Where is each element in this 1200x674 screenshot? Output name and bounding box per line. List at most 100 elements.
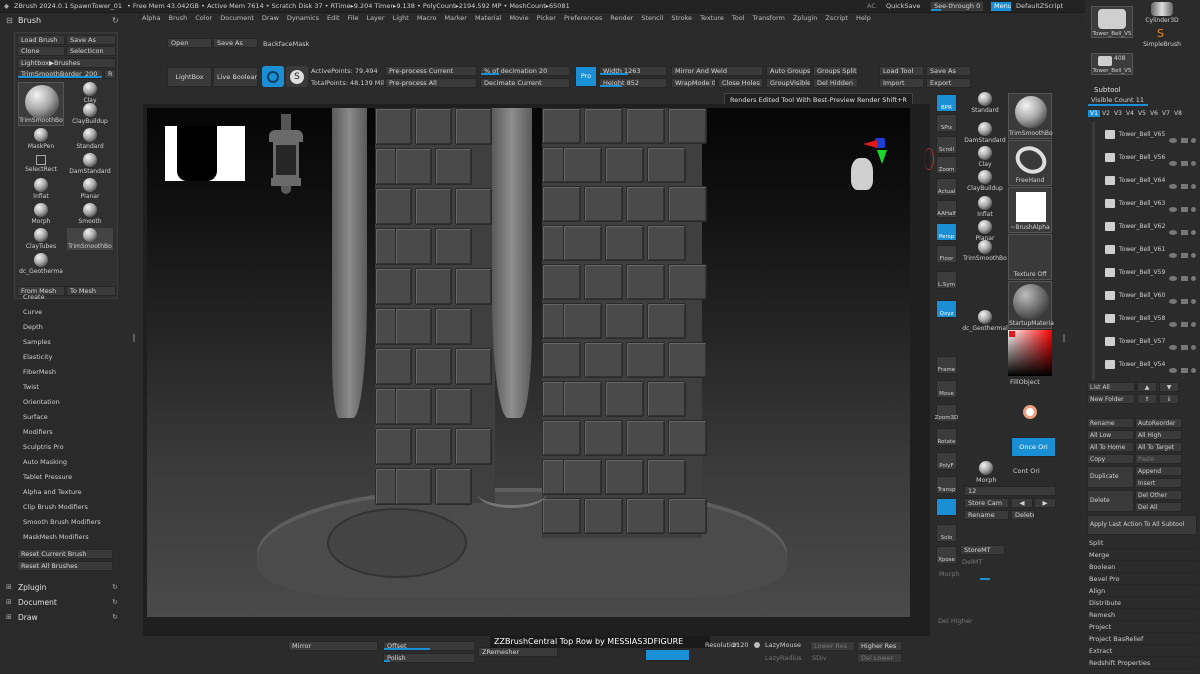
brush-standard[interactable]: Standard	[67, 128, 113, 150]
gizmo-y-axis[interactable]	[877, 150, 887, 164]
submenu-modifiers[interactable]: Modifiers	[0, 425, 128, 440]
persp-button[interactable]: Persp	[936, 223, 957, 241]
gizmo-head[interactable]	[851, 158, 873, 190]
live-boolean-button[interactable]: Live Boolean	[213, 67, 258, 87]
submenu-depth[interactable]: Depth	[0, 320, 128, 335]
quick-brush-trimsmoothbo[interactable]: TrimSmoothBo	[962, 240, 1008, 262]
zoom3d-button[interactable]: Zoom3D	[935, 404, 958, 422]
collapse-icon[interactable]: ⊞	[6, 613, 12, 621]
subpanel-project-basrelief[interactable]: Project BasRelief	[1087, 633, 1197, 645]
move-first-button[interactable]: ⇑	[1137, 394, 1157, 404]
del-all-button[interactable]: Del All	[1135, 502, 1182, 512]
decimation-slider[interactable]: % of decimation 20	[480, 66, 570, 76]
submenu-curve[interactable]: Curve	[0, 305, 128, 320]
new-folder-button[interactable]: New Folder	[1087, 394, 1135, 404]
xyz-button[interactable]: Qxyz	[936, 300, 957, 318]
gizmo-x-axis[interactable]	[863, 140, 877, 148]
move-last-button[interactable]: ⇓	[1159, 394, 1179, 404]
3d-canvas[interactable]	[147, 108, 910, 617]
menu-edit[interactable]: Edit	[323, 13, 344, 23]
menu-stencil[interactable]: Stencil	[637, 13, 667, 23]
version-v1[interactable]: V1	[1088, 110, 1100, 117]
brush-clay[interactable]: Clay	[67, 82, 113, 104]
open-button[interactable]: Open	[167, 38, 212, 48]
store-mt-button[interactable]: StoreMT	[960, 545, 1005, 555]
brush-save-as-button[interactable]: Save As	[66, 35, 116, 45]
subpanel-remesh[interactable]: Remesh	[1087, 609, 1197, 621]
collapse-icon[interactable]: ⊞	[6, 583, 12, 591]
submenu-samples[interactable]: Samples	[0, 335, 128, 350]
del-higher-button[interactable]: Del Higher	[938, 617, 973, 625]
mirror-button[interactable]: Mirror	[288, 641, 378, 651]
quick-brush-standard[interactable]: Standard	[962, 92, 1008, 114]
menu-marker[interactable]: Marker	[440, 13, 470, 23]
sdiv-slider[interactable]: SDiv	[812, 654, 827, 662]
subpanel-bevel-pro[interactable]: Bevel Pro	[1087, 573, 1197, 585]
collapse-icon[interactable]: ⊞	[6, 598, 12, 606]
submenu-elasticity[interactable]: Elasticity	[0, 350, 128, 365]
menu-movie[interactable]: Movie	[505, 13, 532, 23]
polypaint-icon[interactable]	[1191, 322, 1196, 327]
subpanel-align[interactable]: Align	[1087, 585, 1197, 597]
folder-icon[interactable]	[1181, 161, 1188, 166]
all-high-button[interactable]: All High	[1135, 430, 1182, 440]
visibility-eye-icon[interactable]	[1169, 207, 1177, 212]
subpanel-merge[interactable]: Merge	[1087, 549, 1197, 561]
left-splitter-handle[interactable]: ‖	[132, 333, 136, 342]
all-to-home-button[interactable]: All To Home	[1087, 442, 1134, 452]
visibility-eye-icon[interactable]	[1169, 299, 1177, 304]
symmetry-icon[interactable]	[262, 66, 284, 87]
lower-res-button[interactable]: Lower Res	[810, 641, 855, 651]
subtool-row[interactable]: Tower_Bell_V58	[1105, 314, 1196, 327]
cam-prev-button[interactable]: ◀	[1011, 498, 1033, 508]
offset-slider[interactable]: Offset	[383, 641, 475, 651]
version-v6[interactable]: V6	[1148, 110, 1160, 117]
cam-rename-button[interactable]: Rename	[964, 510, 1009, 520]
menu-layer[interactable]: Layer	[362, 13, 388, 23]
menu-alpha[interactable]: Alpha	[138, 13, 164, 23]
quick-brush-dc-geothermal[interactable]: dc_Geothermal	[962, 310, 1008, 332]
submenu-fibermesh[interactable]: FiberMesh	[0, 365, 128, 380]
current-brush-thumb[interactable]: TrimSmoothBo	[18, 82, 64, 126]
quick-brush-inflat[interactable]: Inflat	[962, 196, 1008, 218]
version-v7[interactable]: V7	[1160, 110, 1172, 117]
brush-claytubes[interactable]: ClayTubes	[18, 228, 64, 250]
menu-texture[interactable]: Texture	[696, 13, 728, 23]
alpha-thumb[interactable]: ~BrushAlpha	[1008, 187, 1052, 233]
higher-res-button[interactable]: Higher Res	[857, 641, 902, 651]
subtool-row[interactable]: Tower_Bell_V60	[1105, 291, 1196, 304]
once-ori-button[interactable]: Once Ori	[1011, 437, 1056, 457]
dynamic-icon[interactable]: S	[286, 66, 308, 87]
menu-file[interactable]: File	[344, 13, 363, 23]
pin-icon[interactable]: ↻	[112, 598, 118, 606]
version-v4[interactable]: V4	[1124, 110, 1136, 117]
menu-preferences[interactable]: Preferences	[560, 13, 606, 23]
folder-icon[interactable]	[1181, 345, 1188, 350]
subtool-row[interactable]: Tower_Bell_V63	[1105, 199, 1196, 212]
subtool-row[interactable]: Tower_Bell_V54	[1105, 360, 1196, 373]
quicksave-button[interactable]: QuickSave	[886, 2, 920, 10]
visible-count-slider[interactable]: Visible Count 11	[1088, 96, 1196, 106]
morph-slider[interactable]: Morph	[936, 570, 1056, 580]
delete-button[interactable]: Delete	[1087, 490, 1134, 512]
submenu-alpha-and-texture[interactable]: Alpha and Texture	[0, 485, 128, 500]
polypaint-icon[interactable]	[1191, 138, 1196, 143]
menu-dynamics[interactable]: Dynamics	[283, 13, 323, 23]
submenu-tablet-pressure[interactable]: Tablet Pressure	[0, 470, 128, 485]
palette-zplugin[interactable]: ⊞ Zplugin ↻	[0, 581, 128, 596]
subtool-row[interactable]: Tower_Bell_V59	[1105, 268, 1196, 281]
cont-ori-button[interactable]: Cont Ori	[1013, 467, 1040, 475]
submenu-smooth-brush-modifiers[interactable]: Smooth Brush Modifiers	[0, 515, 128, 530]
xpose-button[interactable]: Xpose	[936, 546, 957, 564]
submenu-create[interactable]: Create	[0, 290, 128, 305]
zremesher-active-button[interactable]	[645, 649, 690, 661]
mirror-and-weld-button[interactable]: Mirror And Weld	[671, 66, 763, 76]
folder-icon[interactable]	[1181, 230, 1188, 235]
auto-groups-button[interactable]: Auto Groups	[766, 66, 811, 76]
current-brush-slider[interactable]: TrimSmoothBorder_200	[17, 69, 103, 79]
menu-macro[interactable]: Macro	[413, 13, 441, 23]
tool-save-as-button[interactable]: Save As	[926, 66, 971, 76]
folder-icon[interactable]	[1181, 207, 1188, 212]
quick-brush-clay[interactable]: Clay	[962, 146, 1008, 168]
preprocess-current-button[interactable]: Pre-process Current	[385, 66, 477, 76]
